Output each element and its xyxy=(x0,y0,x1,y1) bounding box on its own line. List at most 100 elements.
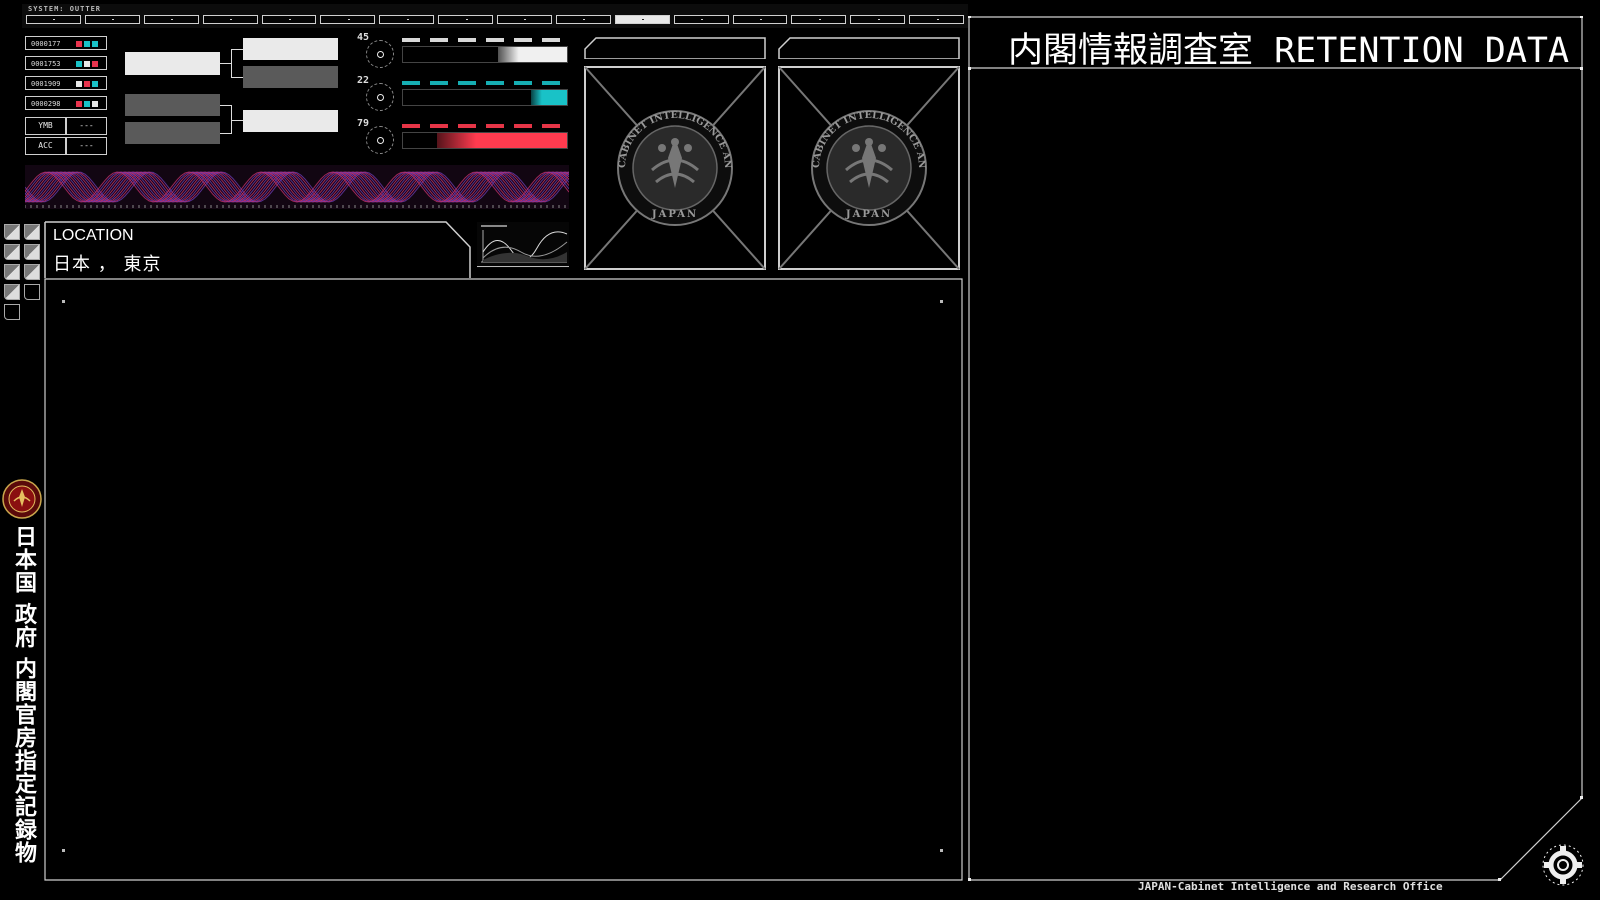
status-square xyxy=(84,101,90,107)
gauge-fill xyxy=(498,47,567,62)
header-tab[interactable] xyxy=(438,15,493,24)
header-tab[interactable] xyxy=(909,15,964,24)
corner-dot xyxy=(62,849,65,852)
side-toggle-icon[interactable] xyxy=(24,284,40,300)
connector xyxy=(231,105,232,133)
status-square xyxy=(92,41,98,47)
system-name: SYSTEM: OUTTER xyxy=(28,5,102,13)
id-label: 0001909 xyxy=(31,80,61,88)
gauge-ticks xyxy=(402,124,568,128)
gauge-bar xyxy=(402,89,568,106)
gauge-value: 22 xyxy=(357,75,370,86)
gauge-fill xyxy=(437,133,567,148)
header-tab[interactable] xyxy=(614,15,670,24)
side-toggle-icon[interactable] xyxy=(4,244,20,260)
status-square xyxy=(76,41,82,47)
field-row: YMB --- xyxy=(25,117,107,135)
side-toggle-icon[interactable] xyxy=(24,264,40,280)
header-tab[interactable] xyxy=(320,15,376,24)
header-tab[interactable] xyxy=(791,15,847,24)
status-square xyxy=(76,101,82,107)
location-label: LOCATION xyxy=(53,227,134,244)
node-box[interactable] xyxy=(125,122,220,144)
connector xyxy=(231,77,243,78)
field-row: ACC --- xyxy=(25,137,107,155)
node-box[interactable] xyxy=(243,110,338,132)
gauge-value: 79 xyxy=(357,118,370,129)
emblem-icon xyxy=(2,479,42,519)
side-toggle-icon[interactable] xyxy=(4,264,20,280)
header-tab[interactable] xyxy=(26,15,81,24)
id-row[interactable]: 0001753 xyxy=(25,56,107,70)
footer-text: JAPAN-Cabinet Intelligence and Research … xyxy=(1138,880,1443,893)
header-tab[interactable] xyxy=(850,15,906,24)
vertical-label: 日本国 政府 内閣官房指定記録物 xyxy=(11,525,36,865)
header-tab[interactable] xyxy=(84,15,140,24)
gauge-ticks xyxy=(402,81,568,85)
settings-gear-icon[interactable] xyxy=(1540,842,1586,888)
corner-dot xyxy=(940,849,943,852)
gauge-fill xyxy=(530,90,567,105)
gauge-dial-icon xyxy=(366,40,394,68)
corner-dot xyxy=(940,300,943,303)
field-value[interactable]: --- xyxy=(66,117,107,135)
side-toggle-icon[interactable] xyxy=(4,224,20,240)
id-label: 0001753 xyxy=(31,60,61,68)
status-square xyxy=(92,61,98,67)
status-square xyxy=(84,81,90,87)
side-toggle-icon[interactable] xyxy=(4,284,20,300)
status-square xyxy=(92,81,98,87)
node-box[interactable] xyxy=(243,66,338,88)
node-box[interactable] xyxy=(243,38,338,60)
cabinet-seal-image: CABINET INTELLIGENCE AND RESEARCH OFFICE… xyxy=(584,66,766,270)
gauge-dial-icon xyxy=(366,126,394,154)
header-tab[interactable] xyxy=(202,15,258,24)
node-box[interactable] xyxy=(125,52,220,75)
side-toggle-icon[interactable] xyxy=(24,224,40,240)
gauge-value: 45 xyxy=(357,32,370,43)
location-value: 日本 ， 東京 xyxy=(53,254,162,275)
right-panel-frame xyxy=(968,16,1583,881)
id-row[interactable]: 0000298 xyxy=(25,96,107,110)
seal-header-tab[interactable] xyxy=(778,37,960,59)
cabinet-seal-image: CABINET INTELLIGENCE AND RESEARCH OFFICE… xyxy=(778,66,960,270)
connector xyxy=(231,49,243,50)
header-tab[interactable] xyxy=(261,15,317,24)
id-label: 0000177 xyxy=(31,40,61,48)
side-toggle-icon[interactable] xyxy=(4,304,20,320)
header-tab[interactable] xyxy=(143,15,199,24)
header-tab[interactable] xyxy=(555,15,611,24)
connector xyxy=(231,120,243,121)
field-key: YMB xyxy=(25,117,66,135)
status-square xyxy=(92,101,98,107)
node-box[interactable] xyxy=(125,94,220,116)
side-toggle-icon[interactable] xyxy=(24,244,40,260)
divider xyxy=(477,266,569,267)
main-content-frame xyxy=(44,278,963,881)
panel-title: 内閣情報調査室 RETENTION DATA xyxy=(1008,31,1570,71)
corner-dot xyxy=(62,300,65,303)
header-tab[interactable] xyxy=(673,15,729,24)
status-square xyxy=(84,61,90,67)
gauge-bar xyxy=(402,132,568,149)
gauge-ticks xyxy=(402,38,568,42)
id-label: 0000298 xyxy=(31,100,61,108)
seal-bottom-text: JAPAN xyxy=(845,209,892,220)
header-tab[interactable] xyxy=(497,15,552,24)
id-row[interactable]: 0000177 xyxy=(25,36,107,50)
seal-header-tab[interactable] xyxy=(584,37,766,59)
connector xyxy=(231,49,232,77)
status-square xyxy=(76,61,82,67)
status-square xyxy=(76,81,82,87)
field-value[interactable]: --- xyxy=(66,137,107,155)
mini-chart xyxy=(477,222,569,268)
gauge-dial-icon xyxy=(366,83,394,111)
id-row[interactable]: 0001909 xyxy=(25,76,107,90)
gauge-bar xyxy=(402,46,568,63)
header-tab[interactable] xyxy=(732,15,788,24)
seal-bottom-text: JAPAN xyxy=(651,209,698,220)
header-tab[interactable] xyxy=(379,15,435,24)
tab-row xyxy=(26,15,964,26)
connector xyxy=(220,133,232,134)
field-key: ACC xyxy=(25,137,66,155)
